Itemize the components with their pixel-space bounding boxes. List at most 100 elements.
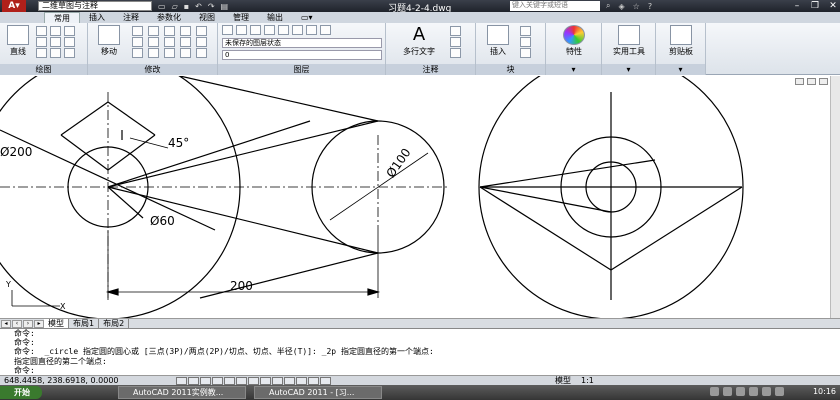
open-icon[interactable]: ▱: [172, 2, 178, 11]
break-icon[interactable]: [180, 48, 191, 58]
binoculars-icon[interactable]: ⌕: [606, 1, 610, 11]
properties-panel-dropdown[interactable]: ▾: [546, 64, 601, 75]
erase-icon[interactable]: [164, 26, 175, 36]
join-icon[interactable]: [196, 48, 207, 58]
layer-properties-icon[interactable]: [222, 25, 233, 35]
linear-dim-icon[interactable]: [450, 26, 461, 36]
start-button[interactable]: 开始: [0, 386, 42, 399]
draw-panel-label[interactable]: 绘图: [0, 64, 87, 75]
ellipse-icon[interactable]: [64, 37, 75, 47]
tab-annotate[interactable]: 注释: [114, 12, 148, 23]
undo-icon[interactable]: ↶: [195, 2, 202, 11]
tab-output[interactable]: 输出: [258, 12, 292, 23]
minimize-icon[interactable]: –: [792, 1, 802, 11]
rectangle-icon[interactable]: [36, 37, 47, 47]
rotate-icon[interactable]: [132, 26, 143, 36]
extend-icon[interactable]: [148, 48, 159, 58]
osnap-icon[interactable]: [224, 377, 235, 385]
properties-button[interactable]: 特性: [552, 25, 596, 57]
layer-isolate-icon[interactable]: [250, 25, 261, 35]
chamfer-icon[interactable]: [164, 48, 175, 58]
drawing-restore-icon[interactable]: [807, 78, 816, 85]
point-icon[interactable]: [64, 48, 75, 58]
tray-icon[interactable]: [749, 387, 758, 396]
save-icon[interactable]: ▪: [184, 2, 189, 11]
close-icon[interactable]: ✕: [828, 1, 838, 11]
edit-block-icon[interactable]: [520, 37, 531, 47]
print-icon[interactable]: ▤: [221, 2, 229, 11]
drawing-close-icon[interactable]: [819, 78, 828, 85]
layer-freeze-icon[interactable]: [264, 25, 275, 35]
new-icon[interactable]: ▭: [158, 2, 166, 11]
tab-model[interactable]: 模型: [44, 319, 69, 328]
stretch-icon[interactable]: [164, 37, 175, 47]
last-layout-icon[interactable]: ▸: [34, 319, 44, 328]
table-insert-icon[interactable]: [450, 48, 461, 58]
attribute-icon[interactable]: [520, 48, 531, 58]
taskbar-task-autocad[interactable]: AutoCAD 2011 - [习...: [254, 386, 382, 399]
fillet-icon[interactable]: [132, 37, 143, 47]
volume-icon[interactable]: [762, 387, 771, 396]
workspace-selector[interactable]: 二维草图与注释: [38, 1, 152, 11]
tab-insert[interactable]: 插入: [80, 12, 114, 23]
lineweight-icon[interactable]: [284, 377, 295, 385]
transparency-icon[interactable]: [296, 377, 307, 385]
star-icon[interactable]: ☆: [633, 2, 640, 11]
snap-icon[interactable]: [176, 377, 187, 385]
leader-icon[interactable]: [450, 37, 461, 47]
mtext-button[interactable]: A 多行文字: [396, 25, 442, 57]
command-input[interactable]: 命令:: [14, 366, 840, 375]
layer-walk-icon[interactable]: [320, 25, 331, 35]
layer-state-dropdown[interactable]: 未保存的图层状态: [222, 38, 382, 48]
modify-panel-label[interactable]: 修改: [88, 64, 217, 75]
drawing-minimize-icon[interactable]: [795, 78, 804, 85]
utilities-panel-dropdown[interactable]: ▾: [602, 64, 655, 75]
tray-icon[interactable]: [736, 387, 745, 396]
prev-layout-icon[interactable]: ‹: [12, 319, 22, 328]
layer-previous-icon[interactable]: [306, 25, 317, 35]
trim-icon[interactable]: [148, 26, 159, 36]
taskbar-task-tutorial[interactable]: AutoCAD 2011实例教...: [118, 386, 246, 399]
layer-lock-icon[interactable]: [278, 25, 289, 35]
clipboard-panel-dropdown[interactable]: ▾: [656, 64, 705, 75]
drawing-canvas[interactable]: Ø200 Ø60 45° Ø100 200 Y X: [0, 76, 840, 318]
coordinate-readout[interactable]: 648.4458, 238.6918, 0.0000: [4, 376, 119, 385]
region-icon[interactable]: [36, 48, 47, 58]
layers-panel-label[interactable]: 图层: [218, 64, 385, 75]
polar-icon[interactable]: [212, 377, 223, 385]
annotation-scale[interactable]: 1:1: [581, 376, 594, 385]
tab-manage[interactable]: 管理: [224, 12, 258, 23]
clipboard-button[interactable]: 剪贴板: [658, 25, 704, 57]
arc-icon[interactable]: [64, 26, 75, 36]
circle-icon[interactable]: [50, 26, 61, 36]
line-button[interactable]: 直线: [4, 25, 32, 57]
ortho-icon[interactable]: [200, 377, 211, 385]
utilities-button[interactable]: 实用工具: [604, 25, 654, 57]
dyn-icon[interactable]: [272, 377, 283, 385]
tray-icon[interactable]: [723, 387, 732, 396]
network-icon[interactable]: [775, 387, 784, 396]
subscription-icon[interactable]: ◈: [618, 2, 624, 11]
3dosnap-icon[interactable]: [236, 377, 247, 385]
layer-off-icon[interactable]: [236, 25, 247, 35]
block-panel-label[interactable]: 块: [476, 64, 545, 75]
selection-cycling-icon[interactable]: [320, 377, 331, 385]
tray-icon[interactable]: [710, 387, 719, 396]
help-icon[interactable]: ?: [648, 2, 652, 11]
ducs-icon[interactable]: [260, 377, 271, 385]
offset-icon[interactable]: [132, 48, 143, 58]
model-space-toggle[interactable]: 模型: [555, 376, 571, 385]
layer-match-icon[interactable]: [292, 25, 303, 35]
command-window[interactable]: 命令: 命令: 命令: _circle 指定圆的圆心或 [三点(3P)/两点(2…: [0, 328, 840, 375]
polyline-icon[interactable]: [36, 26, 47, 36]
tab-home[interactable]: 常用: [44, 12, 80, 23]
current-layer-dropdown[interactable]: 0: [222, 50, 382, 60]
tab-view[interactable]: 视图: [190, 12, 224, 23]
hatch-icon[interactable]: [50, 37, 61, 47]
vertical-scrollbar[interactable]: [830, 76, 840, 318]
move-button[interactable]: 移动: [92, 25, 126, 57]
copy-icon[interactable]: [180, 26, 191, 36]
annotation-panel-label[interactable]: 注释: [386, 64, 475, 75]
mirror-icon[interactable]: [196, 26, 207, 36]
explode-icon[interactable]: [148, 37, 159, 47]
